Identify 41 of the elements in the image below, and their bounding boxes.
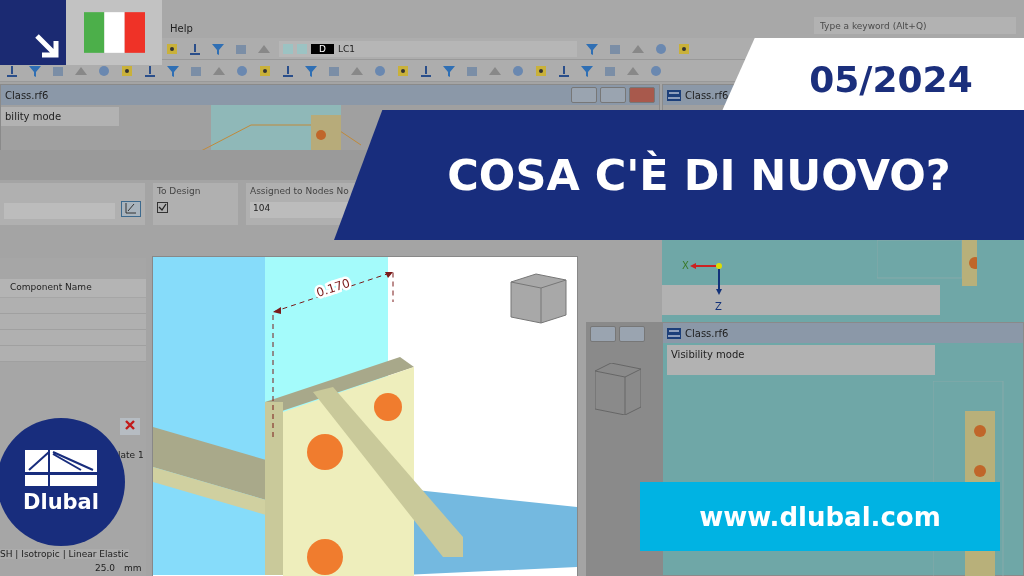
view-cube-icon[interactable] <box>510 273 567 324</box>
close-button[interactable] <box>619 326 645 342</box>
edit-icon <box>124 202 138 214</box>
delete-button[interactable] <box>120 418 140 435</box>
search-field[interactable]: Type a keyword (Alt+Q) <box>814 17 1016 34</box>
field-label: To Design <box>157 186 202 196</box>
z-axis-arrow <box>716 268 722 295</box>
material-text: SH | Isotropic | Linear Elastic <box>0 549 129 559</box>
maximize-button[interactable] <box>600 87 626 103</box>
window-title: Class.rf6 <box>5 89 49 101</box>
close-icon <box>124 419 136 431</box>
load-case-name: LC1 <box>337 43 355 54</box>
x-axis-label: X <box>682 260 689 271</box>
unit-label: mm <box>123 563 142 573</box>
menu-item[interactable]: Help <box>160 23 203 34</box>
dimension-label: 0.170 <box>314 275 352 300</box>
x-axis-arrow <box>690 263 717 269</box>
window-title: Class.rf6 <box>685 327 729 339</box>
close-button[interactable] <box>629 87 655 103</box>
arrow-icon <box>34 33 60 59</box>
field-label: Assigned to Nodes No <box>250 186 350 196</box>
logo-text: Dlubal <box>23 490 99 514</box>
minimize-button[interactable] <box>571 87 597 103</box>
bridge-logo-icon <box>25 450 97 486</box>
maximize-button[interactable] <box>590 326 616 342</box>
load-case-selector[interactable]: D LC1 <box>279 40 577 57</box>
edit-button[interactable] <box>121 201 141 217</box>
origin-point <box>716 263 722 269</box>
column-header: Component Name <box>0 279 146 297</box>
z-axis-label: Z <box>715 301 722 312</box>
website-banner: www.dlubal.com <box>640 482 1000 551</box>
file-icon <box>667 327 681 339</box>
file-icon <box>667 89 681 101</box>
flag-icon <box>83 12 145 53</box>
view-cube-icon <box>595 363 641 415</box>
thickness-value: 25.0 <box>95 563 116 573</box>
load-case-badge: D <box>311 43 334 54</box>
section-label: late 1 <box>118 450 144 460</box>
info-label: bility mode <box>1 107 119 126</box>
info-label: Visibility mode <box>667 345 935 375</box>
checkbox[interactable] <box>157 202 168 213</box>
